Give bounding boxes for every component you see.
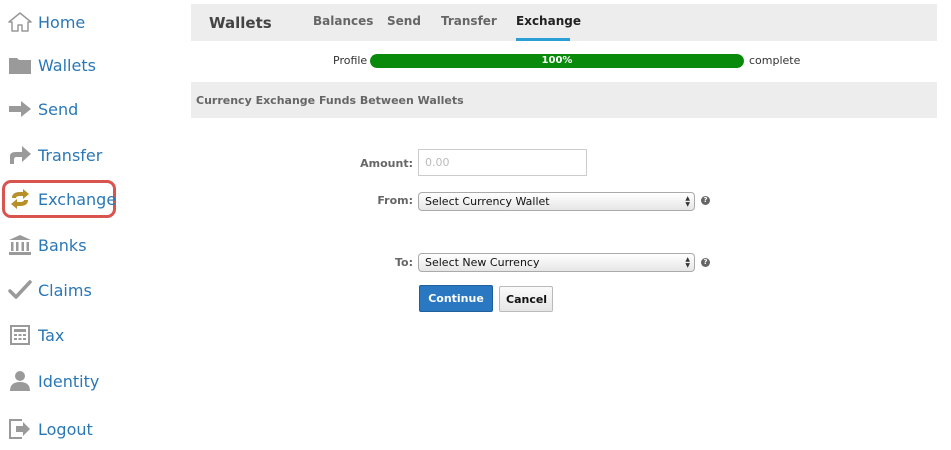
continue-button[interactable]: Continue xyxy=(419,285,493,312)
amount-input[interactable] xyxy=(418,149,587,176)
calculator-icon xyxy=(8,323,32,347)
bank-icon xyxy=(8,233,32,257)
sidebar-item-banks[interactable]: Banks xyxy=(2,226,116,264)
select-arrows-icon: ▲ ▼ xyxy=(685,195,690,208)
profile-progress-bar: 100% xyxy=(370,54,744,68)
logout-icon xyxy=(8,417,32,441)
sidebar-item-label: Exchange xyxy=(38,189,117,209)
section-header: Currency Exchange Funds Between Wallets xyxy=(191,82,937,118)
question-circle-icon[interactable]: ? xyxy=(701,258,710,267)
profile-progress-fill: 100% xyxy=(370,54,744,68)
sidebar-item-transfer[interactable]: Transfer xyxy=(2,136,116,174)
checkmark-icon xyxy=(8,278,32,302)
sidebar-item-label: Send xyxy=(38,99,79,119)
person-icon xyxy=(8,369,32,393)
tab-balances[interactable]: Balances xyxy=(313,14,373,28)
profile-complete-label: complete xyxy=(749,54,801,67)
sidebar-item-home[interactable]: Home xyxy=(2,3,116,41)
sidebar-item-logout[interactable]: Logout xyxy=(2,410,116,448)
home-icon xyxy=(8,10,32,34)
sidebar-item-label: Identity xyxy=(38,371,100,391)
tab-transfer[interactable]: Transfer xyxy=(441,14,497,28)
tab-exchange[interactable]: Exchange xyxy=(516,14,581,28)
top-tab-bar: Wallets Balances Send Transfer Exchange xyxy=(191,4,937,41)
sidebar-item-label: Logout xyxy=(38,419,93,439)
sidebar: Home Wallets Send Transfer Exchange Bank… xyxy=(0,0,180,450)
from-wallet-select-value: Select Currency Wallet xyxy=(425,195,550,208)
sidebar-item-label: Banks xyxy=(38,235,87,255)
select-arrows-icon: ▲ ▼ xyxy=(685,256,690,269)
section-title: Currency Exchange Funds Between Wallets xyxy=(196,94,464,107)
sidebar-item-identity[interactable]: Identity xyxy=(2,362,116,400)
sidebar-item-tax[interactable]: Tax xyxy=(2,316,116,354)
sidebar-item-label: Claims xyxy=(38,280,92,300)
sidebar-item-label: Home xyxy=(38,12,86,32)
from-wallet-select[interactable]: Select Currency Wallet ▲ ▼ xyxy=(418,192,695,211)
to-currency-select-value: Select New Currency xyxy=(425,256,540,269)
sidebar-item-send[interactable]: Send xyxy=(2,90,116,128)
from-label: From: xyxy=(377,194,413,207)
exchange-icon xyxy=(8,187,32,211)
sidebar-item-wallets[interactable]: Wallets xyxy=(2,46,116,84)
active-tab-indicator xyxy=(516,38,570,41)
to-currency-select[interactable]: Select New Currency ▲ ▼ xyxy=(418,253,695,272)
sidebar-item-label: Tax xyxy=(38,325,65,345)
to-label: To: xyxy=(395,256,413,269)
sidebar-item-label: Transfer xyxy=(38,145,103,165)
sidebar-item-exchange[interactable]: Exchange xyxy=(2,180,116,218)
cancel-button[interactable]: Cancel xyxy=(499,286,553,312)
folder-icon xyxy=(8,53,32,77)
arrow-right-icon xyxy=(8,97,32,121)
tab-send[interactable]: Send xyxy=(387,14,421,28)
sidebar-item-label: Wallets xyxy=(38,55,96,75)
page-title: Wallets xyxy=(209,14,272,32)
profile-label: Profile xyxy=(333,54,368,67)
question-circle-icon[interactable]: ? xyxy=(701,196,710,205)
sidebar-item-claims[interactable]: Claims xyxy=(2,271,116,309)
transfer-arrow-icon xyxy=(8,143,32,167)
amount-label: Amount: xyxy=(360,157,413,170)
